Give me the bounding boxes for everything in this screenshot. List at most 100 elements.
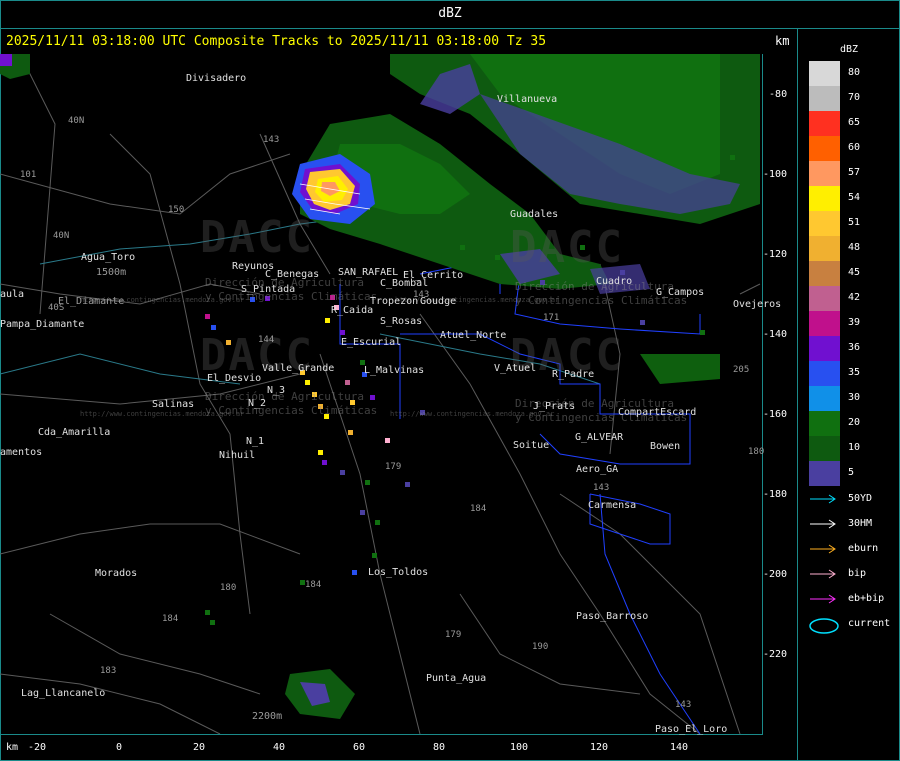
legend-swatch-label: 70 bbox=[848, 92, 861, 103]
radar-cell bbox=[370, 395, 375, 400]
place-label: V_Atuel bbox=[494, 363, 537, 374]
legend-swatch-label: 80 bbox=[848, 67, 861, 78]
radar-cell bbox=[352, 570, 357, 575]
legend-swatch-label: 57 bbox=[848, 167, 861, 178]
route-label: 184 bbox=[305, 580, 322, 590]
place-label: N_3 bbox=[267, 385, 286, 396]
x-tick: 100 bbox=[510, 742, 529, 753]
place-label: Nihuil bbox=[219, 450, 256, 461]
radar-cell bbox=[205, 610, 210, 615]
y-tick: -200 bbox=[763, 569, 788, 580]
legend-swatch bbox=[809, 311, 840, 336]
x-tick: 40 bbox=[273, 742, 286, 753]
legend-swatch-label: 36 bbox=[848, 342, 861, 353]
place-label: Atuel_Norte bbox=[440, 330, 507, 341]
route-label: 184 bbox=[470, 504, 487, 514]
watermark-brand: DACC bbox=[510, 222, 624, 273]
route-label: 150 bbox=[168, 205, 185, 215]
legend-swatch bbox=[809, 436, 840, 461]
legend-swatch bbox=[809, 86, 840, 111]
legend-swatch bbox=[809, 211, 840, 236]
place-label: C_Benegas bbox=[265, 269, 320, 280]
y-tick: -140 bbox=[763, 329, 788, 340]
x-tick: 0 bbox=[116, 742, 123, 753]
x-tick: 60 bbox=[353, 742, 366, 753]
legend-swatch-label: 39 bbox=[848, 317, 861, 328]
legend-swatch-label: 35 bbox=[848, 367, 861, 378]
radar-cell bbox=[322, 460, 327, 465]
track-label: 30HM bbox=[848, 518, 873, 529]
track-arrow-icon bbox=[808, 567, 840, 584]
place-label: 1500m bbox=[96, 267, 127, 278]
legend-swatch bbox=[809, 236, 840, 261]
radar-cell bbox=[495, 255, 500, 260]
track-arrow-icon bbox=[808, 492, 840, 509]
x-axis-unit: km bbox=[6, 742, 19, 753]
track-label: 50YD bbox=[848, 493, 873, 504]
place-label: Paso_Barroso bbox=[576, 611, 649, 622]
window-title: dBZ bbox=[0, 0, 900, 29]
route-label: 190 bbox=[532, 642, 549, 652]
track-arrow-icon bbox=[808, 542, 840, 559]
place-label: N_2 bbox=[248, 398, 267, 409]
legend-swatch bbox=[809, 136, 840, 161]
legend-swatch-label: 60 bbox=[848, 142, 861, 153]
place-label: 2200m bbox=[252, 711, 283, 722]
place-label: Cuadro bbox=[596, 276, 633, 287]
route-label: 143 bbox=[593, 483, 610, 493]
place-label: Aero_GA bbox=[576, 464, 619, 475]
x-tick: 120 bbox=[590, 742, 609, 753]
radar-cell bbox=[460, 245, 465, 250]
x-tick: -20 bbox=[28, 742, 47, 753]
place-label: amentos bbox=[0, 447, 43, 458]
route-label: 40N bbox=[53, 231, 70, 241]
radar-cell bbox=[700, 150, 705, 155]
legend-swatch-label: 45 bbox=[848, 267, 861, 278]
legend-swatch bbox=[809, 361, 840, 386]
place-label: C_Bombal bbox=[380, 278, 429, 289]
legend-swatch bbox=[809, 286, 840, 311]
route-label: 171 bbox=[543, 313, 560, 323]
y-tick: -180 bbox=[763, 489, 788, 500]
place-label: Pampa_Diamante bbox=[0, 319, 85, 330]
track-arrow-icon bbox=[808, 517, 840, 534]
radar-cell bbox=[375, 520, 380, 525]
legend-swatch bbox=[809, 161, 840, 186]
route-label: 143 bbox=[263, 135, 280, 145]
watermark-url: http://www.contingencias.mendoza.gov.ar bbox=[390, 410, 555, 418]
legend-title: dBZ bbox=[840, 44, 859, 55]
y-tick: -100 bbox=[763, 169, 788, 180]
legend-swatch-label: 5 bbox=[848, 467, 855, 478]
radar-cell bbox=[325, 318, 330, 323]
legend-swatch-label: 51 bbox=[848, 217, 861, 228]
radar-cell bbox=[348, 430, 353, 435]
place-label: CompartEscard bbox=[618, 407, 697, 418]
legend-swatch-label: 42 bbox=[848, 292, 861, 303]
track-label: eb+bip bbox=[848, 593, 885, 604]
legend-swatch bbox=[809, 461, 840, 486]
radar-cell bbox=[345, 380, 350, 385]
radar-cell bbox=[340, 330, 345, 335]
legend-swatch-label: 54 bbox=[848, 192, 861, 203]
radar-cell bbox=[318, 450, 323, 455]
route-label: 40S bbox=[48, 303, 65, 313]
radar-map[interactable] bbox=[0, 53, 763, 735]
place-label: Villanueva bbox=[497, 94, 558, 105]
route-label: 40N bbox=[68, 116, 85, 126]
route-label: 144 bbox=[258, 335, 275, 345]
route-label: 180 bbox=[748, 447, 765, 457]
y-axis-unit: km bbox=[775, 34, 790, 48]
place-label: Bowen bbox=[650, 441, 681, 452]
legend-swatch bbox=[809, 336, 840, 361]
y-tick: -120 bbox=[763, 249, 788, 260]
route-label: 143 bbox=[413, 290, 430, 300]
track-label: current bbox=[848, 618, 891, 629]
x-tick: 80 bbox=[433, 742, 446, 753]
place-label: Lag_Llancanelo bbox=[21, 688, 106, 699]
legend-swatch-label: 20 bbox=[848, 417, 861, 428]
place-label: Salinas bbox=[152, 399, 195, 410]
radar-cell bbox=[365, 480, 370, 485]
track-label: eburn bbox=[848, 543, 879, 554]
place-label: Soitue bbox=[513, 440, 550, 451]
y-tick: -160 bbox=[763, 409, 788, 420]
